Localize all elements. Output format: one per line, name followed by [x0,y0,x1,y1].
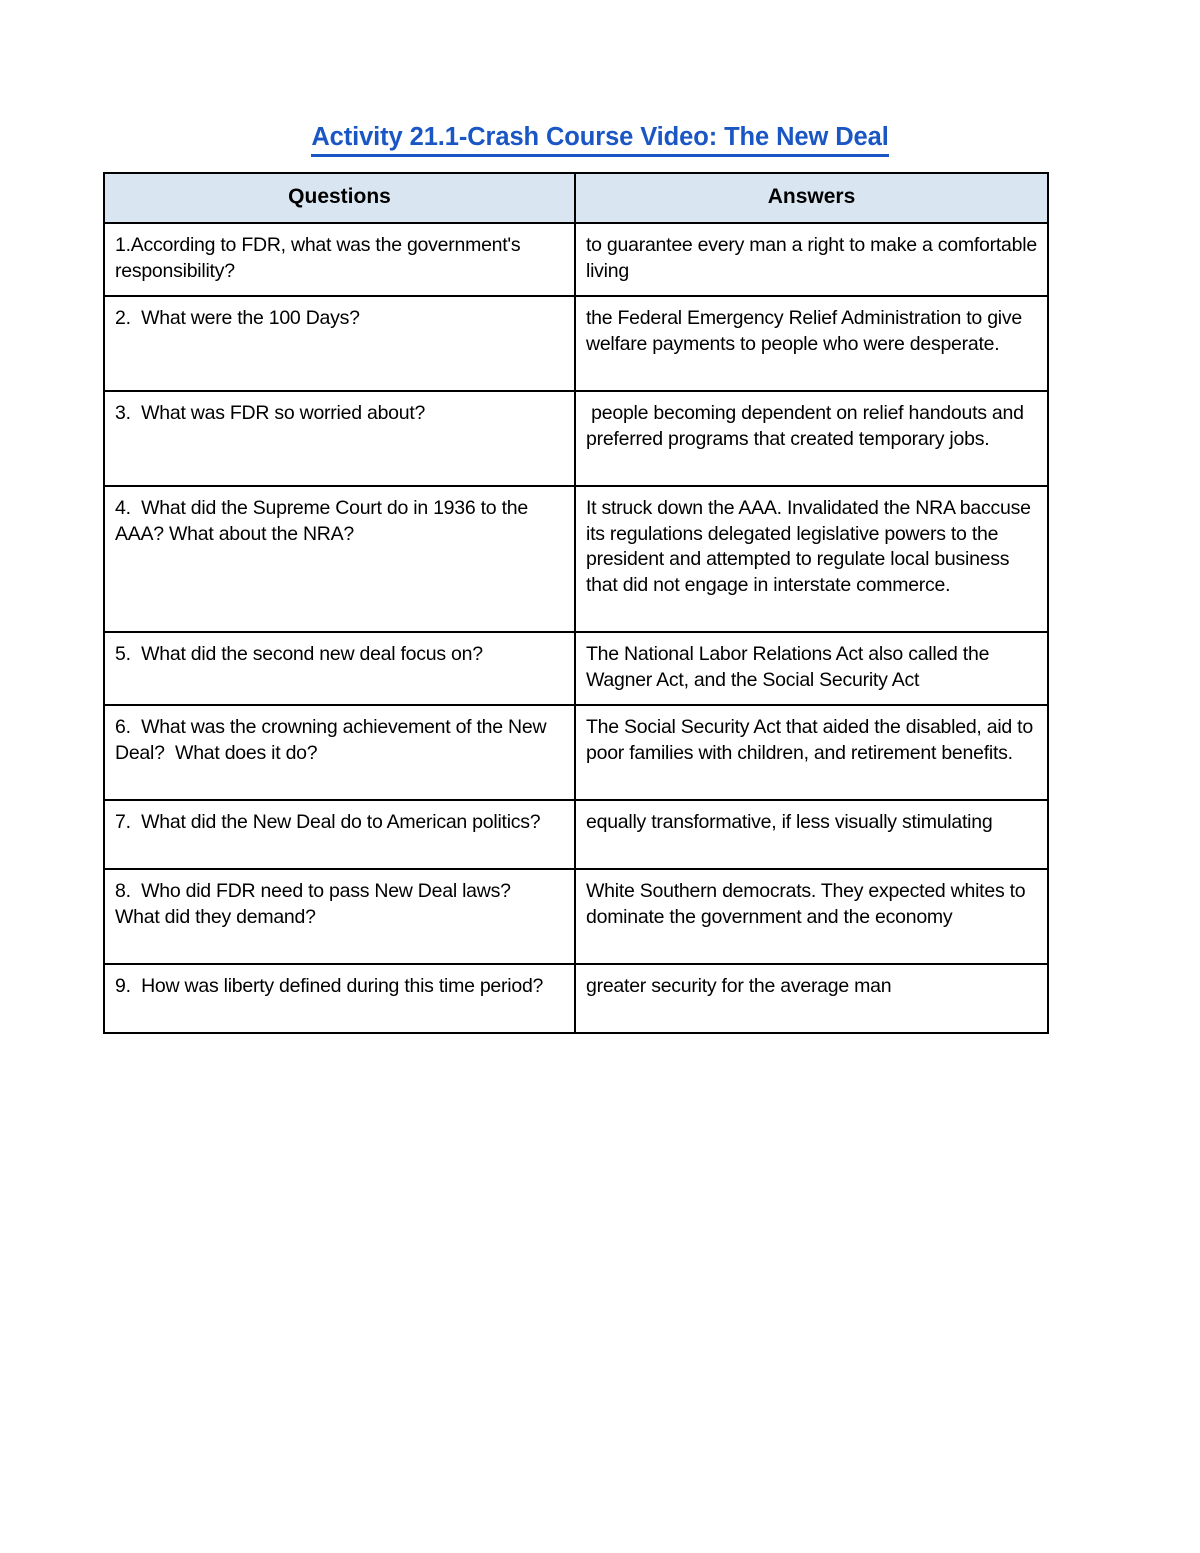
table-row: 8. Who did FDR need to pass New Deal law… [103,868,1049,965]
answer-cell: White Southern democrats. They expected … [574,868,1049,965]
table-row: 1.According to FDR, what was the governm… [103,222,1049,297]
question-cell: 8. Who did FDR need to pass New Deal law… [103,868,576,965]
table-row: 2. What were the 100 Days? the Federal E… [103,295,1049,392]
question-cell: 3. What was FDR so worried about? [103,390,576,487]
answer-cell: the Federal Emergency Relief Administrat… [574,295,1049,392]
questions-answers-table: Questions Answers 1.According to FDR, wh… [103,172,1049,1034]
table-row: 9. How was liberty defined during this t… [103,963,1049,1034]
answer-cell: The National Labor Relations Act also ca… [574,631,1049,706]
question-cell: 4. What did the Supreme Court do in 1936… [103,485,576,633]
page-title: Activity 21.1-Crash Course Video: The Ne… [0,121,1200,158]
table-row: 7. What did the New Deal do to American … [103,799,1049,870]
question-cell: 1.According to FDR, what was the governm… [103,222,576,297]
table-body: 1.According to FDR, what was the governm… [103,222,1049,1034]
table-header-row: Questions Answers [103,172,1049,224]
table-row: 3. What was FDR so worried about? people… [103,390,1049,487]
table-row: 6. What was the crowning achievement of … [103,704,1049,801]
column-header-answers: Answers [574,172,1049,224]
table-header: Questions Answers [103,172,1049,224]
answer-cell: to guarantee every man a right to make a… [574,222,1049,297]
question-cell: 2. What were the 100 Days? [103,295,576,392]
answer-cell: equally transformative, if less visually… [574,799,1049,870]
question-cell: 6. What was the crowning achievement of … [103,704,576,801]
table-row: 4. What did the Supreme Court do in 1936… [103,485,1049,633]
table-row: 5. What did the second new deal focus on… [103,631,1049,706]
question-cell: 5. What did the second new deal focus on… [103,631,576,706]
answer-cell: people becoming dependent on relief hand… [574,390,1049,487]
answer-cell: It struck down the AAA. Invalidated the … [574,485,1049,633]
column-header-questions: Questions [103,172,576,224]
answer-cell: The Social Security Act that aided the d… [574,704,1049,801]
question-cell: 9. How was liberty defined during this t… [103,963,576,1034]
question-cell: 7. What did the New Deal do to American … [103,799,576,870]
answer-cell: greater security for the average man [574,963,1049,1034]
page-title-text: Activity 21.1-Crash Course Video: The Ne… [311,121,889,158]
document-page: Activity 21.1-Crash Course Video: The Ne… [0,0,1200,1553]
